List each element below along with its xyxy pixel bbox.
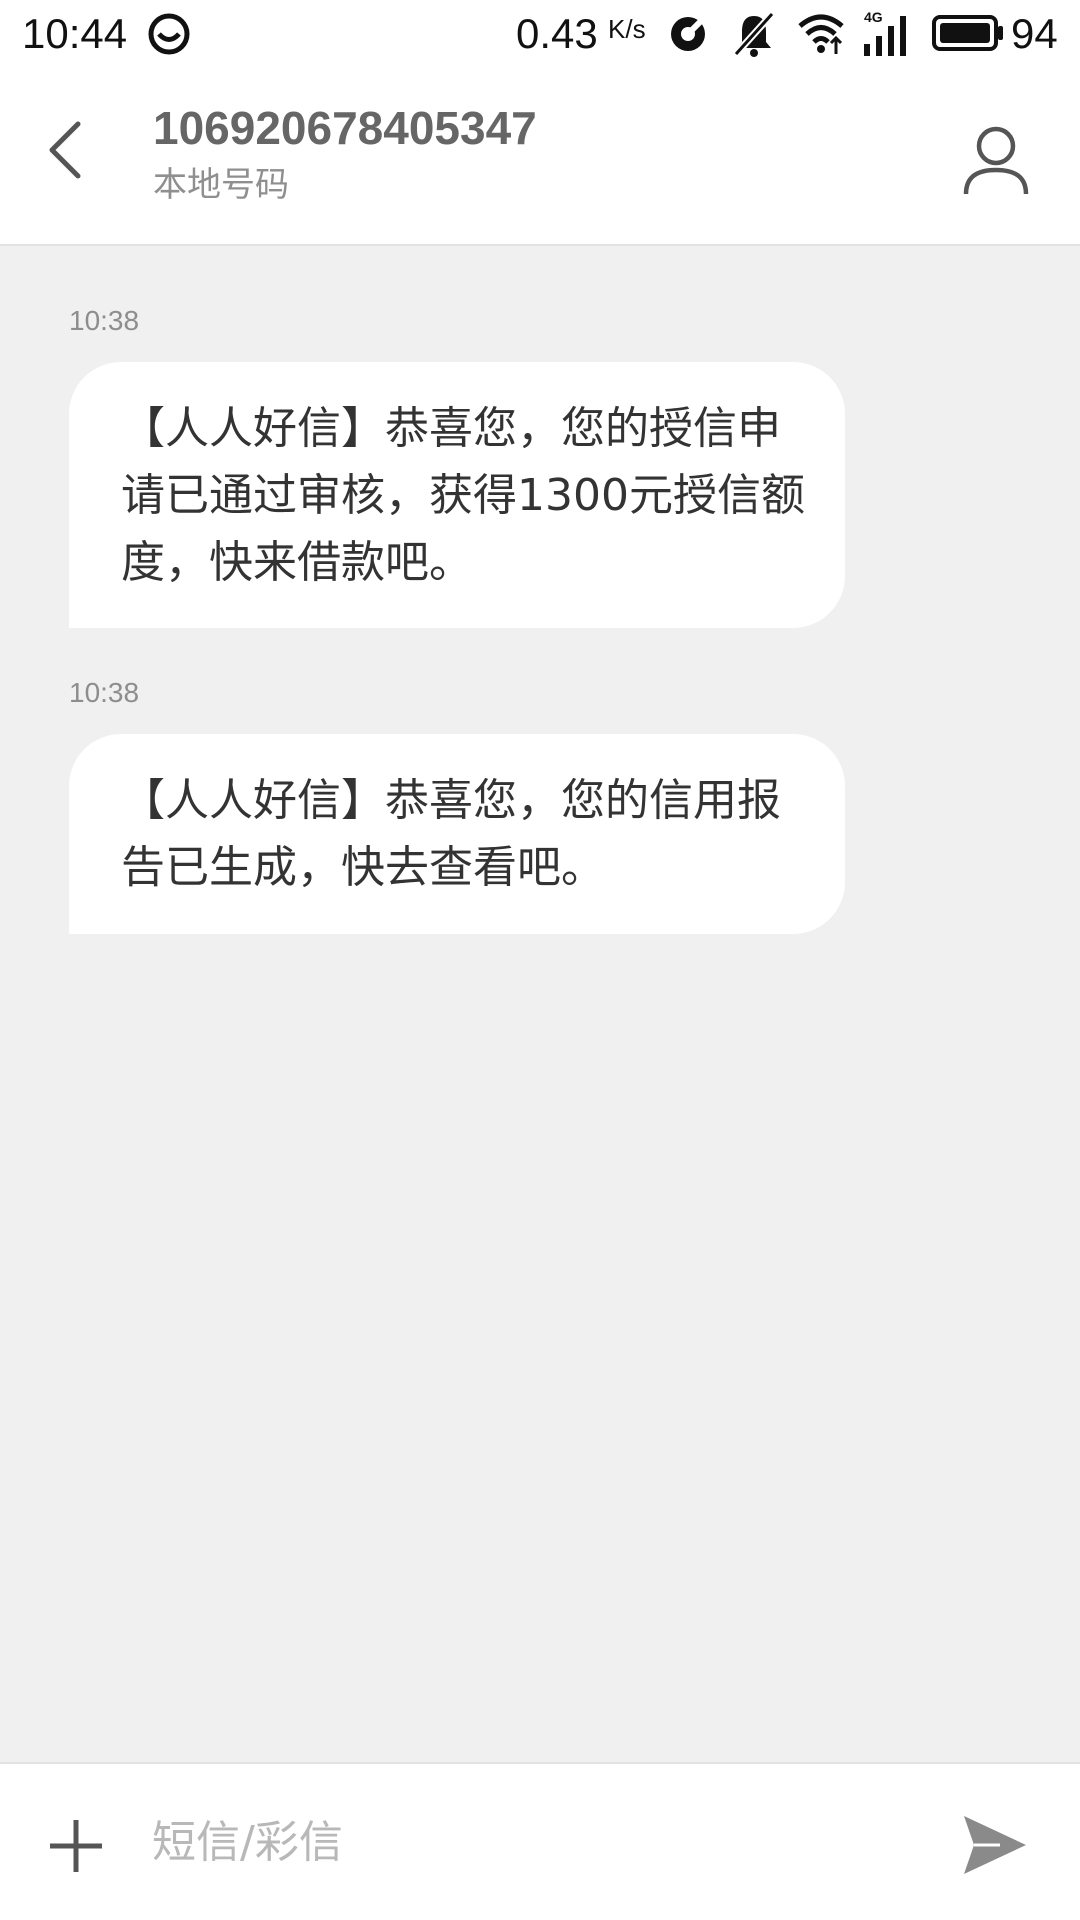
composer-bar [0, 1762, 1080, 1920]
battery-level: 94 [1011, 10, 1058, 57]
battery-icon [932, 15, 1004, 55]
contact-number: 106920678405347 [153, 102, 537, 154]
net-speed-unit: K/s [608, 14, 646, 44]
back-arrow-icon [49, 121, 81, 179]
status-bar: 10:44 0.43 K/s 4G 94 [0, 0, 1080, 72]
message-bubble[interactable]: 【人人好信】恭喜您，您的信用报告已生成，快去查看吧。 [69, 734, 845, 934]
sms-conversation-screen: 10:44 0.43 K/s 4G 94 106920678405347 本地号… [0, 0, 1080, 1920]
contact-button[interactable] [956, 120, 1036, 200]
app-notification-icon [148, 13, 190, 59]
contact-person-icon [963, 126, 1029, 195]
attach-button[interactable] [44, 1814, 108, 1878]
plus-icon [50, 1820, 102, 1872]
hotspot-icon [666, 12, 710, 60]
status-time: 10:44 [22, 10, 128, 57]
send-button[interactable] [960, 1812, 1030, 1878]
back-button[interactable] [30, 114, 102, 186]
message-text: 【人人好信】恭喜您，您的授信申请已通过审核，获得1300元授信额度，快来借款吧。 [121, 403, 805, 588]
network-type-label: 4G [864, 9, 883, 25]
message-text: 【人人好信】恭喜您，您的信用报告已生成，快去查看吧。 [121, 775, 781, 893]
message-input[interactable] [152, 1802, 932, 1882]
contact-subtitle: 本地号码 [153, 165, 289, 205]
message-time: 10:38 [69, 677, 140, 708]
net-speed-value: 0.43 [516, 10, 598, 57]
signal-icon: 4G [862, 8, 912, 64]
message-time: 10:38 [69, 305, 140, 336]
message-bubble[interactable]: 【人人好信】恭喜您，您的授信申请已通过审核，获得1300元授信额度，快来借款吧。 [69, 362, 845, 628]
conversation-header: 106920678405347 本地号码 [0, 72, 1080, 246]
wifi-icon [796, 10, 846, 60]
send-icon [964, 1816, 1026, 1874]
message-list[interactable]: 10:38 【人人好信】恭喜您，您的授信申请已通过审核，获得1300元授信额度，… [0, 246, 1080, 1762]
mute-icon [732, 10, 776, 62]
